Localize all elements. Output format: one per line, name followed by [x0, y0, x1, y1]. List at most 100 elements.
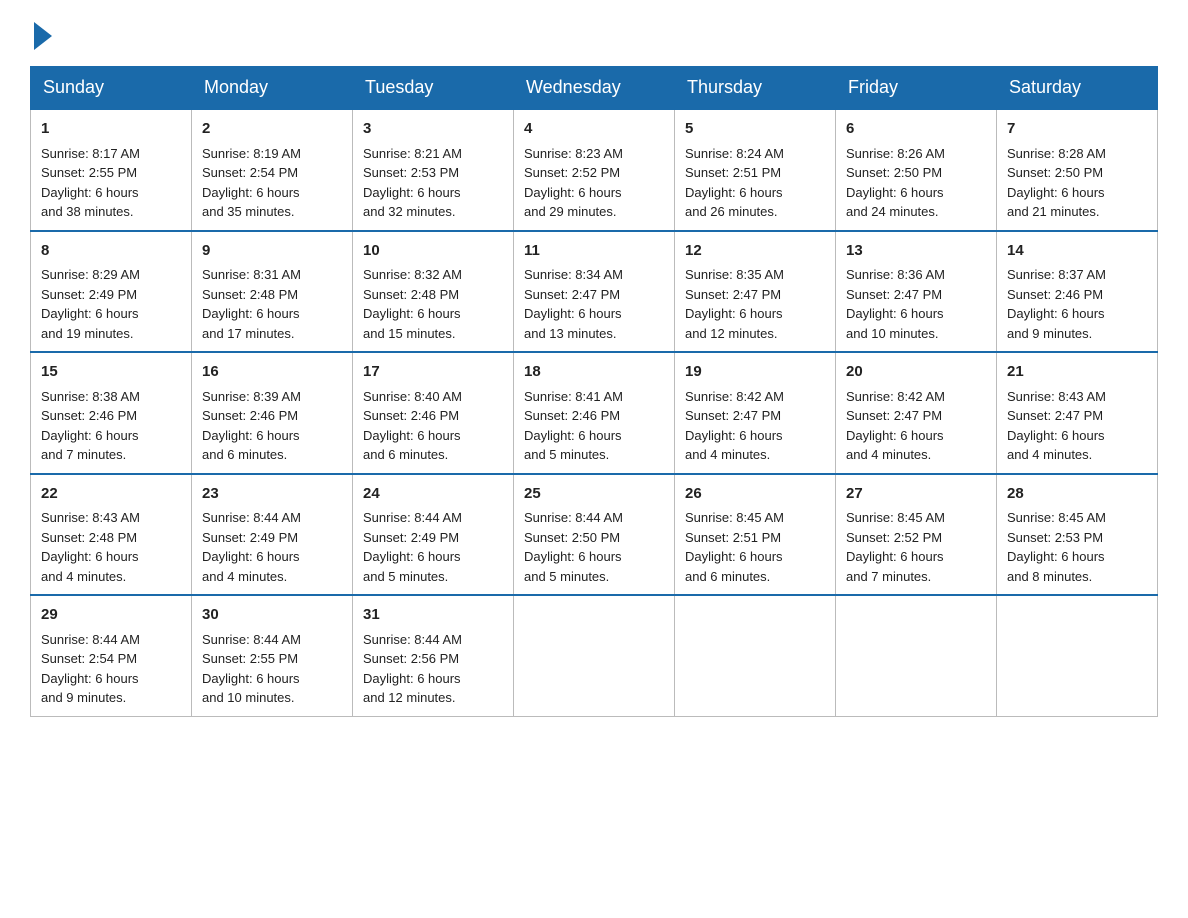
sunrise-label: Sunrise: 8:45 AM — [1007, 510, 1106, 525]
day-number: 2 — [202, 118, 342, 141]
daylight-detail: and 8 minutes. — [1007, 569, 1092, 584]
daylight-detail: and 4 minutes. — [1007, 447, 1092, 462]
day-number: 27 — [846, 483, 986, 506]
daylight-detail: and 4 minutes. — [202, 569, 287, 584]
calendar-cell: 9 Sunrise: 8:31 AM Sunset: 2:48 PM Dayli… — [192, 231, 353, 353]
sunrise-label: Sunrise: 8:45 AM — [685, 510, 784, 525]
day-number: 28 — [1007, 483, 1147, 506]
daylight-detail: and 15 minutes. — [363, 326, 456, 341]
sunrise-label: Sunrise: 8:44 AM — [363, 632, 462, 647]
day-number: 13 — [846, 240, 986, 263]
daylight-label: Daylight: 6 hours — [363, 671, 461, 686]
sunrise-label: Sunrise: 8:34 AM — [524, 267, 623, 282]
daylight-detail: and 12 minutes. — [363, 690, 456, 705]
sunset-label: Sunset: 2:55 PM — [202, 651, 298, 666]
sunset-label: Sunset: 2:53 PM — [363, 165, 459, 180]
daylight-detail: and 10 minutes. — [202, 690, 295, 705]
calendar-cell: 25 Sunrise: 8:44 AM Sunset: 2:50 PM Dayl… — [514, 474, 675, 596]
daylight-label: Daylight: 6 hours — [846, 306, 944, 321]
logo-arrow-icon — [34, 22, 52, 50]
daylight-detail: and 19 minutes. — [41, 326, 134, 341]
sunset-label: Sunset: 2:46 PM — [363, 408, 459, 423]
day-number: 24 — [363, 483, 503, 506]
calendar-cell: 8 Sunrise: 8:29 AM Sunset: 2:49 PM Dayli… — [31, 231, 192, 353]
daylight-label: Daylight: 6 hours — [1007, 549, 1105, 564]
calendar-cell: 1 Sunrise: 8:17 AM Sunset: 2:55 PM Dayli… — [31, 109, 192, 231]
calendar-week-row: 29 Sunrise: 8:44 AM Sunset: 2:54 PM Dayl… — [31, 595, 1158, 716]
day-number: 19 — [685, 361, 825, 384]
calendar-cell: 3 Sunrise: 8:21 AM Sunset: 2:53 PM Dayli… — [353, 109, 514, 231]
daylight-detail: and 26 minutes. — [685, 204, 778, 219]
calendar-cell: 15 Sunrise: 8:38 AM Sunset: 2:46 PM Dayl… — [31, 352, 192, 474]
sunset-label: Sunset: 2:50 PM — [1007, 165, 1103, 180]
calendar-cell: 5 Sunrise: 8:24 AM Sunset: 2:51 PM Dayli… — [675, 109, 836, 231]
daylight-label: Daylight: 6 hours — [363, 306, 461, 321]
day-number: 10 — [363, 240, 503, 263]
daylight-label: Daylight: 6 hours — [202, 185, 300, 200]
calendar-cell: 22 Sunrise: 8:43 AM Sunset: 2:48 PM Dayl… — [31, 474, 192, 596]
daylight-label: Daylight: 6 hours — [524, 549, 622, 564]
day-number: 26 — [685, 483, 825, 506]
sunset-label: Sunset: 2:47 PM — [846, 287, 942, 302]
calendar-week-row: 22 Sunrise: 8:43 AM Sunset: 2:48 PM Dayl… — [31, 474, 1158, 596]
sunrise-label: Sunrise: 8:31 AM — [202, 267, 301, 282]
day-number: 15 — [41, 361, 181, 384]
day-number: 5 — [685, 118, 825, 141]
sunset-label: Sunset: 2:48 PM — [41, 530, 137, 545]
sunrise-label: Sunrise: 8:29 AM — [41, 267, 140, 282]
sunset-label: Sunset: 2:46 PM — [202, 408, 298, 423]
day-number: 18 — [524, 361, 664, 384]
sunset-label: Sunset: 2:46 PM — [524, 408, 620, 423]
day-number: 22 — [41, 483, 181, 506]
daylight-detail: and 9 minutes. — [41, 690, 126, 705]
calendar-cell: 10 Sunrise: 8:32 AM Sunset: 2:48 PM Dayl… — [353, 231, 514, 353]
sunrise-label: Sunrise: 8:24 AM — [685, 146, 784, 161]
day-number: 30 — [202, 604, 342, 627]
daylight-detail: and 12 minutes. — [685, 326, 778, 341]
day-number: 4 — [524, 118, 664, 141]
daylight-detail: and 32 minutes. — [363, 204, 456, 219]
calendar-cell: 30 Sunrise: 8:44 AM Sunset: 2:55 PM Dayl… — [192, 595, 353, 716]
daylight-label: Daylight: 6 hours — [1007, 428, 1105, 443]
daylight-detail: and 7 minutes. — [846, 569, 931, 584]
calendar-cell: 29 Sunrise: 8:44 AM Sunset: 2:54 PM Dayl… — [31, 595, 192, 716]
day-number: 11 — [524, 240, 664, 263]
calendar-cell — [675, 595, 836, 716]
sunrise-label: Sunrise: 8:44 AM — [524, 510, 623, 525]
daylight-detail: and 21 minutes. — [1007, 204, 1100, 219]
calendar-cell: 14 Sunrise: 8:37 AM Sunset: 2:46 PM Dayl… — [997, 231, 1158, 353]
calendar-cell: 11 Sunrise: 8:34 AM Sunset: 2:47 PM Dayl… — [514, 231, 675, 353]
day-number: 25 — [524, 483, 664, 506]
daylight-label: Daylight: 6 hours — [363, 428, 461, 443]
sunset-label: Sunset: 2:53 PM — [1007, 530, 1103, 545]
sunset-label: Sunset: 2:51 PM — [685, 530, 781, 545]
weekday-header-sunday: Sunday — [31, 67, 192, 110]
daylight-label: Daylight: 6 hours — [202, 306, 300, 321]
sunset-label: Sunset: 2:50 PM — [846, 165, 942, 180]
sunrise-label: Sunrise: 8:36 AM — [846, 267, 945, 282]
daylight-label: Daylight: 6 hours — [202, 671, 300, 686]
sunset-label: Sunset: 2:50 PM — [524, 530, 620, 545]
daylight-detail: and 6 minutes. — [685, 569, 770, 584]
sunrise-label: Sunrise: 8:23 AM — [524, 146, 623, 161]
daylight-label: Daylight: 6 hours — [202, 549, 300, 564]
sunrise-label: Sunrise: 8:44 AM — [41, 632, 140, 647]
sunrise-label: Sunrise: 8:43 AM — [1007, 389, 1106, 404]
calendar-cell: 23 Sunrise: 8:44 AM Sunset: 2:49 PM Dayl… — [192, 474, 353, 596]
daylight-detail: and 35 minutes. — [202, 204, 295, 219]
daylight-detail: and 5 minutes. — [524, 569, 609, 584]
daylight-label: Daylight: 6 hours — [524, 428, 622, 443]
daylight-label: Daylight: 6 hours — [41, 671, 139, 686]
day-number: 1 — [41, 118, 181, 141]
sunrise-label: Sunrise: 8:17 AM — [41, 146, 140, 161]
day-number: 9 — [202, 240, 342, 263]
sunset-label: Sunset: 2:48 PM — [363, 287, 459, 302]
sunrise-label: Sunrise: 8:32 AM — [363, 267, 462, 282]
daylight-label: Daylight: 6 hours — [41, 185, 139, 200]
calendar-cell: 18 Sunrise: 8:41 AM Sunset: 2:46 PM Dayl… — [514, 352, 675, 474]
sunset-label: Sunset: 2:48 PM — [202, 287, 298, 302]
daylight-label: Daylight: 6 hours — [363, 185, 461, 200]
sunrise-label: Sunrise: 8:41 AM — [524, 389, 623, 404]
weekday-header-tuesday: Tuesday — [353, 67, 514, 110]
sunrise-label: Sunrise: 8:42 AM — [846, 389, 945, 404]
